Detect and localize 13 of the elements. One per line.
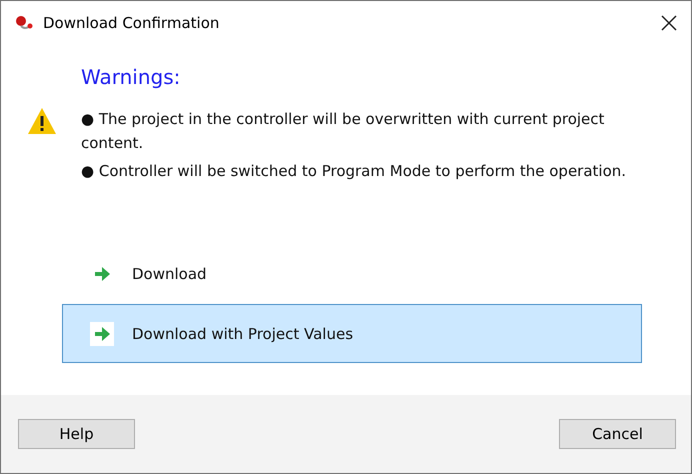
app-icon xyxy=(15,15,35,31)
cancel-button[interactable]: Cancel xyxy=(559,419,676,449)
option-label: Download with Project Values xyxy=(132,324,354,342)
download-option[interactable]: Download xyxy=(62,251,642,297)
warning-text: ● The project in the controller will be overwritten with current project content. xyxy=(81,109,606,154)
warning-icon xyxy=(27,107,57,135)
window-title: Download Confirmation xyxy=(43,14,220,32)
close-icon[interactable] xyxy=(661,15,677,31)
warning-text: ● Controller will be switched to Program Mode to perform the operation. xyxy=(81,161,628,182)
help-button[interactable]: Help xyxy=(18,419,135,449)
warnings-heading: Warnings: xyxy=(81,65,182,89)
option-label: Download xyxy=(132,265,207,283)
download-option[interactable]: Download with Project Values xyxy=(62,304,642,363)
